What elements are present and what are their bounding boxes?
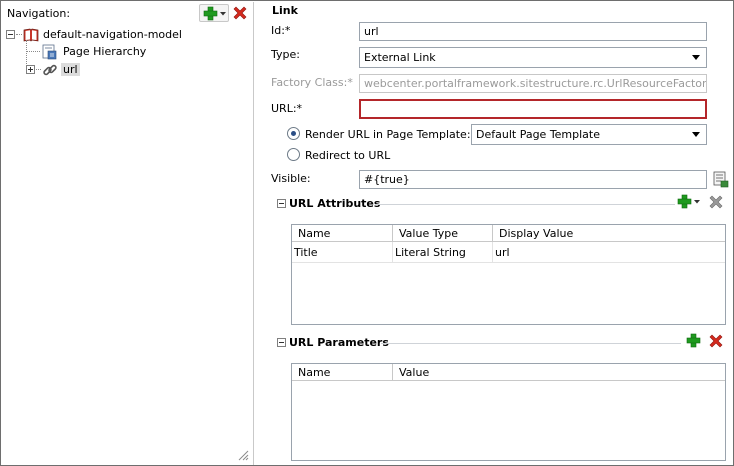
- navigation-tree: default-navigation-model Page Hierarchy: [2, 26, 254, 86]
- url-attributes-title: URL Attributes: [289, 197, 381, 210]
- tree-item-label: default-navigation-model: [43, 28, 182, 41]
- url-parameters-header: Name Value: [292, 364, 725, 381]
- url-attributes-collapse-toggle[interactable]: [277, 199, 286, 208]
- collapse-toggle[interactable]: [6, 30, 15, 39]
- expand-toggle[interactable]: [26, 65, 35, 74]
- tree-item-label: url: [61, 63, 80, 76]
- column-header-name[interactable]: Name: [292, 225, 393, 242]
- navigation-label: Navigation:: [7, 7, 71, 20]
- type-select-value: External Link: [364, 51, 436, 64]
- tree-item-page-hierarchy[interactable]: Page Hierarchy: [26, 43, 146, 60]
- url-attributes-table: Name Value Type Display Value Title Lite…: [291, 224, 726, 325]
- render-url-label: Render URL in Page Template:: [305, 128, 471, 141]
- type-label: Type:: [271, 48, 300, 61]
- navigation-header: Navigation:: [2, 2, 254, 24]
- url-parameters-table: Name Value: [291, 363, 726, 461]
- url-label: URL:*: [271, 102, 303, 115]
- url-parameters-title: URL Parameters: [289, 336, 389, 349]
- column-header-value-type[interactable]: Value Type: [393, 225, 493, 242]
- url-field[interactable]: [359, 99, 707, 119]
- add-icon[interactable]: [686, 333, 701, 348]
- table-cell: url: [495, 246, 510, 259]
- expression-builder-icon[interactable]: [713, 171, 729, 188]
- visible-field[interactable]: #{true}: [359, 170, 707, 189]
- chevron-down-icon[interactable]: [694, 200, 700, 204]
- chevron-down-icon: [692, 55, 700, 60]
- add-resource-button[interactable]: [199, 4, 229, 22]
- column-header-display-value[interactable]: Display Value: [493, 225, 725, 242]
- delete-icon[interactable]: [708, 194, 724, 210]
- chevron-down-icon: [692, 132, 700, 137]
- delete-icon[interactable]: [708, 333, 724, 349]
- table-cell: Title: [294, 246, 318, 259]
- navigation-panel: Navigation: default-navigation-model Pag…: [2, 2, 254, 465]
- tree-item-url[interactable]: url: [26, 61, 80, 78]
- type-select[interactable]: External Link: [359, 47, 707, 68]
- tree-item-label: Page Hierarchy: [63, 45, 147, 58]
- page-template-select[interactable]: Default Page Template: [471, 124, 707, 145]
- redirect-url-radio[interactable]: [287, 148, 300, 161]
- link-section-title: Link: [272, 4, 298, 17]
- resize-grip-icon[interactable]: [238, 450, 249, 461]
- chevron-down-icon: [220, 12, 226, 16]
- redirect-url-label: Redirect to URL: [305, 149, 391, 162]
- column-header-value[interactable]: Value: [393, 364, 725, 381]
- tree-item-root[interactable]: default-navigation-model: [6, 26, 182, 43]
- column-header-name[interactable]: Name: [292, 364, 393, 381]
- factory-class-label: Factory Class:*: [271, 76, 353, 89]
- page-template-value: Default Page Template: [476, 128, 601, 141]
- delete-icon[interactable]: [232, 5, 248, 21]
- url-attributes-header: Name Value Type Display Value: [292, 225, 725, 242]
- render-url-radio[interactable]: [287, 127, 300, 140]
- id-field[interactable]: url: [359, 22, 707, 41]
- add-icon[interactable]: [677, 194, 692, 209]
- add-icon: [203, 6, 218, 21]
- url-parameters-collapse-toggle[interactable]: [277, 338, 286, 347]
- table-row[interactable]: Title Literal String url: [292, 243, 725, 262]
- table-cell: Literal String: [395, 246, 466, 259]
- page-hierarchy-icon: [42, 44, 57, 59]
- link-icon: [43, 64, 57, 75]
- id-label: Id:*: [271, 24, 291, 37]
- link-properties-panel: Link Id:* url Type: External Link Factor…: [263, 2, 733, 465]
- visible-label: Visible:: [271, 172, 311, 185]
- factory-class-field: webcenter.portalframework.sitestructure.…: [359, 74, 707, 93]
- link-editor-window: Navigation: default-navigation-model Pag…: [0, 0, 734, 466]
